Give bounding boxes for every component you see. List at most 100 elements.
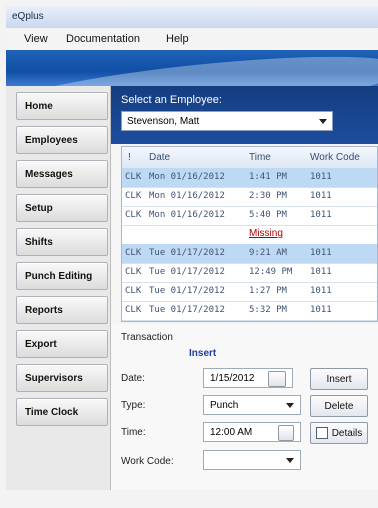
table-row[interactable]: CLK Tue 01/17/2012 5:32 PM 1011 bbox=[122, 301, 377, 321]
flag-cell: CLK bbox=[125, 172, 142, 182]
sidebar-item-setup[interactable]: Setup bbox=[16, 194, 108, 222]
sidebar-item-export[interactable]: Export bbox=[16, 330, 108, 358]
type-label: Type: bbox=[121, 400, 146, 411]
work-code-cell: 1011 bbox=[310, 267, 332, 277]
date-cell: Tue 01/17/2012 bbox=[149, 267, 225, 277]
table-row[interactable]: CLK Mon 01/16/2012 5:40 PM 1011 bbox=[122, 206, 377, 226]
work-code-cell: 1011 bbox=[310, 286, 332, 296]
grid-header-flag: ! bbox=[128, 152, 131, 163]
details-button-label: Details bbox=[331, 427, 363, 439]
sidebar-item-time-clock[interactable]: Time Clock bbox=[16, 398, 108, 426]
employee-selector-panel: Select an Employee: Stevenson, Matt bbox=[111, 86, 378, 144]
banner-curve bbox=[6, 50, 378, 86]
sidebar-item-label: Employees bbox=[25, 134, 78, 146]
insert-button-label: Insert bbox=[326, 373, 352, 385]
clock-icon[interactable] bbox=[278, 425, 294, 441]
insert-button[interactable]: Insert bbox=[310, 368, 368, 390]
sidebar-item-label: Time Clock bbox=[25, 406, 79, 418]
main-content: Select an Employee: Stevenson, Matt ! Da… bbox=[111, 86, 378, 490]
sidebar-item-label: Home bbox=[25, 100, 53, 112]
chevron-down-icon bbox=[286, 403, 294, 408]
sidebar-item-shifts[interactable]: Shifts bbox=[16, 228, 108, 256]
punch-grid: ! Date Time Work Code CLK Mon 01/16/2012… bbox=[121, 146, 378, 322]
sidebar-item-home[interactable]: Home bbox=[16, 92, 108, 120]
missing-punch-link[interactable]: Missing bbox=[249, 228, 283, 239]
employee-select-value: Stevenson, Matt bbox=[127, 116, 200, 127]
grid-header: ! Date Time Work Code bbox=[122, 147, 377, 169]
date-field[interactable]: 1/15/2012 bbox=[203, 368, 293, 388]
chevron-down-icon bbox=[286, 458, 294, 463]
time-cell: 2:30 PM bbox=[249, 191, 287, 201]
type-select[interactable]: Punch bbox=[203, 395, 301, 415]
time-cell: 5:32 PM bbox=[249, 305, 287, 315]
sidebar-item-reports[interactable]: Reports bbox=[16, 296, 108, 324]
table-row[interactable]: Missing bbox=[122, 225, 377, 245]
time-field-value: 12:00 AM bbox=[210, 427, 253, 438]
sidebar-item-label: Shifts bbox=[25, 236, 53, 248]
time-cell: 12:49 PM bbox=[249, 267, 293, 277]
table-row[interactable]: CLK Tue 01/17/2012 1:27 PM 1011 bbox=[122, 282, 377, 302]
sidebar-item-label: Setup bbox=[25, 202, 53, 214]
sidebar-item-label: Supervisors bbox=[25, 372, 83, 384]
flag-cell: CLK bbox=[125, 210, 142, 220]
menu-bar: View Documentation Help bbox=[6, 28, 378, 51]
time-label: Time: bbox=[121, 427, 146, 438]
sidebar-item-label: Reports bbox=[25, 304, 63, 316]
grid-header-work-code: Work Code bbox=[310, 152, 360, 163]
work-code-cell: 1011 bbox=[310, 210, 332, 220]
date-field-value: 1/15/2012 bbox=[210, 373, 255, 384]
delete-button-label: Delete bbox=[324, 400, 354, 412]
work-code-cell: 1011 bbox=[310, 248, 332, 258]
table-row[interactable]: CLK Tue 01/17/2012 9:21 AM 1011 bbox=[122, 244, 377, 264]
date-cell: Mon 01/16/2012 bbox=[149, 210, 225, 220]
sidebar-item-employees[interactable]: Employees bbox=[16, 126, 108, 154]
work-code-cell: 1011 bbox=[310, 191, 332, 201]
date-label: Date: bbox=[121, 373, 145, 384]
table-row[interactable]: CLK Mon 01/16/2012 1:41 PM 1011 bbox=[122, 168, 377, 188]
flag-cell: CLK bbox=[125, 191, 142, 201]
sidebar-item-label: Export bbox=[25, 338, 57, 350]
flag-cell: CLK bbox=[125, 267, 142, 277]
sidebar-item-label: Punch Editing bbox=[25, 270, 93, 282]
time-cell: 1:27 PM bbox=[249, 286, 287, 296]
app-title: eQplus bbox=[12, 11, 44, 22]
date-cell: Mon 01/16/2012 bbox=[149, 172, 225, 182]
grid-header-date: Date bbox=[149, 152, 171, 163]
menu-documentation[interactable]: Documentation bbox=[66, 33, 140, 45]
transaction-panel: Transaction Insert Date: 1/15/2012 Inser… bbox=[111, 324, 378, 490]
menu-view[interactable]: View bbox=[24, 33, 48, 45]
sidebar-item-punch-editing[interactable]: Punch Editing bbox=[16, 262, 108, 290]
date-cell: Tue 01/17/2012 bbox=[149, 248, 225, 258]
table-row[interactable]: CLK Mon 01/16/2012 2:30 PM 1011 bbox=[122, 187, 377, 207]
table-row[interactable]: CLK Tue 01/17/2012 12:49 PM 1011 bbox=[122, 263, 377, 283]
date-cell: Tue 01/17/2012 bbox=[149, 286, 225, 296]
delete-button[interactable]: Delete bbox=[310, 395, 368, 417]
menu-help[interactable]: Help bbox=[166, 33, 189, 45]
type-select-value: Punch bbox=[210, 400, 239, 411]
work-code-label: Work Code: bbox=[121, 456, 174, 467]
calendar-icon[interactable] bbox=[268, 371, 286, 387]
sidebar: Home Employees Messages Setup Shifts Pun… bbox=[6, 86, 111, 490]
details-button[interactable]: Details bbox=[310, 422, 368, 444]
sidebar-item-messages[interactable]: Messages bbox=[16, 160, 108, 188]
time-cell: 9:21 AM bbox=[249, 248, 287, 258]
transaction-title: Transaction bbox=[121, 332, 173, 343]
title-bar: eQplus bbox=[6, 6, 378, 29]
date-cell: Tue 01/17/2012 bbox=[149, 305, 225, 315]
work-code-cell: 1011 bbox=[310, 172, 332, 182]
time-cell: 1:41 PM bbox=[249, 172, 287, 182]
flag-cell: CLK bbox=[125, 286, 142, 296]
employee-select[interactable]: Stevenson, Matt bbox=[121, 111, 333, 131]
work-code-select[interactable] bbox=[203, 450, 301, 470]
date-cell: Mon 01/16/2012 bbox=[149, 191, 225, 201]
header-banner bbox=[6, 50, 378, 86]
sidebar-item-supervisors[interactable]: Supervisors bbox=[16, 364, 108, 392]
flag-cell: CLK bbox=[125, 248, 142, 258]
time-field[interactable]: 12:00 AM bbox=[203, 422, 301, 442]
grid-header-time: Time bbox=[249, 152, 271, 163]
employee-label: Select an Employee: bbox=[121, 94, 222, 106]
sidebar-item-label: Messages bbox=[25, 168, 73, 180]
chevron-down-icon bbox=[319, 119, 327, 124]
transaction-mode: Insert bbox=[189, 348, 217, 359]
details-icon bbox=[315, 427, 328, 439]
